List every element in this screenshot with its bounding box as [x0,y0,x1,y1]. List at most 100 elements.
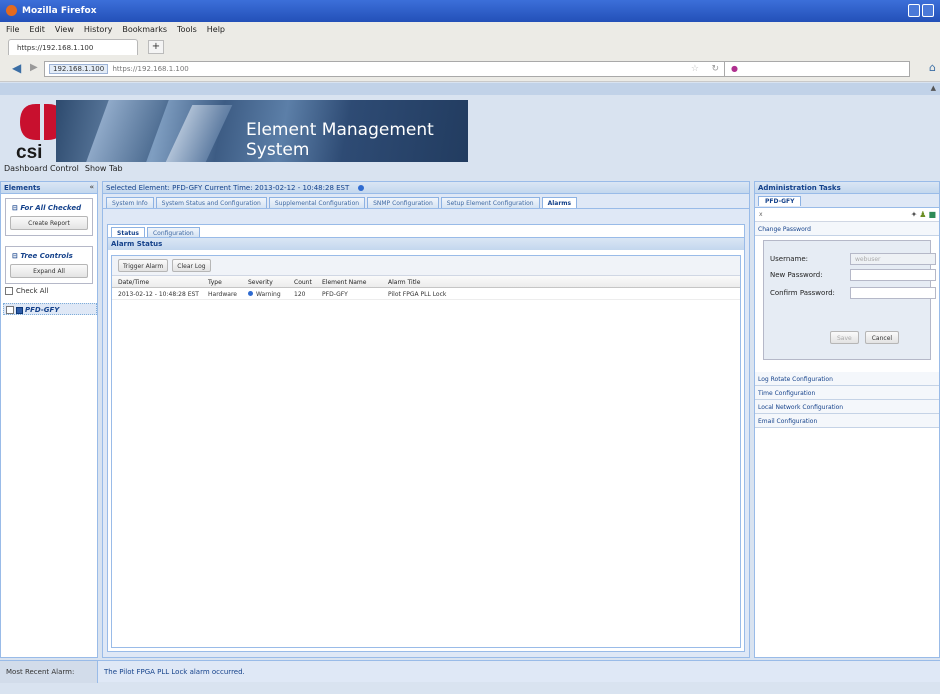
change-password-header[interactable]: Change Password [755,222,939,236]
confirm-password-label: Confirm Password: [770,289,835,297]
bookmark-star-icon[interactable]: ☆ [691,64,699,74]
url-bar[interactable]: 192.168.1.100 https://192.168.1.100 ☆ ↻ [44,61,760,77]
firefox-icon [6,5,17,16]
show-tab-link[interactable]: Show Tab [85,164,123,173]
column-header-element-name[interactable]: Element Name [322,279,388,287]
tab-supplemental-configuration[interactable]: Supplemental Configuration [268,197,366,208]
trigger-alarm-button[interactable]: Trigger Alarm [118,259,169,272]
admin-toolrow: x ✦ ♟ ■ [755,208,939,222]
window-controls [908,4,934,17]
tree-item-element[interactable]: PFD-GFY [3,303,97,315]
menu-help[interactable]: Help [207,25,225,37]
alarm-subtabs: Status Configuration [108,225,744,238]
tab-status[interactable]: Status [111,227,145,237]
selected-element-label: Selected Element: [106,184,170,192]
expand-all-button[interactable]: Expand All [10,264,88,278]
local-network-configuration-header[interactable]: Local Network Configuration [755,400,939,414]
administration-tasks-panel: Administration Tasks PFD-GFY x ✦ ♟ ■ Cha… [754,181,940,658]
pin-icon[interactable]: ✦ [911,210,918,219]
admin-panel-header: Administration Tasks [755,182,939,194]
confirm-password-field[interactable] [850,287,936,299]
status-bar: Most Recent Alarm: The Pilot FPGA PLL Lo… [0,660,940,683]
check-all-checkbox[interactable] [5,287,13,295]
username-field[interactable]: webuser [850,253,936,265]
banner-graphic [79,100,173,162]
search-engine-icon[interactable]: ● [731,64,738,73]
severity-icon [248,291,253,296]
minimize-icon[interactable] [908,4,920,17]
email-configuration-header[interactable]: Email Configuration [755,414,939,428]
for-all-checked-group: ⊟ For All Checked Create Report [5,198,93,236]
logo-text: csi [16,142,42,160]
admin-tool-icons: ✦ ♟ ■ [911,210,936,219]
cell-datetime: 2013-02-12 - 10:48:28 EST [118,291,199,298]
element-tabs: System Info System Status and Configurat… [103,197,749,209]
tab-admin-element[interactable]: PFD-GFY [758,196,802,206]
tab-alarms[interactable]: Alarms [541,197,578,208]
back-icon[interactable]: ◀ [12,61,21,75]
reload-icon[interactable]: ↻ [711,64,719,74]
column-header-count[interactable]: Count [294,279,322,287]
most-recent-alarm-label: Most Recent Alarm: [0,661,98,683]
tab-snmp-configuration[interactable]: SNMP Configuration [367,197,439,208]
column-header-type[interactable]: Type [208,279,248,287]
home-icon[interactable]: ⌂ [929,61,936,74]
tab-setup-element-configuration[interactable]: Setup Element Configuration [440,197,540,208]
menu-history[interactable]: History [84,25,112,37]
close-icon[interactable]: x [759,211,763,218]
cell-alarm-title: Pilot FPGA PLL Lock [388,291,447,298]
menu-edit[interactable]: Edit [29,25,45,37]
current-time-value: 2013-02-12 - 10:48:28 EST [254,184,350,192]
column-header-severity[interactable]: Severity [248,279,294,287]
cancel-button[interactable]: Cancel [864,331,900,344]
username-label: Username: [770,255,809,263]
cell-count: 120 [294,291,306,298]
collapse-icon[interactable]: « [89,183,94,191]
collapse-header-icon[interactable]: ▲ [931,84,936,92]
tab-system-info[interactable]: System Info [106,197,154,208]
alarm-toolbar: Trigger Alarm Clear Log [112,256,740,276]
clear-log-button[interactable]: Clear Log [172,259,211,272]
cell-element-name: PFD-GFY [322,291,348,298]
alarm-grid-header: Date/Time Type Severity Count Element Na… [112,276,740,288]
selected-element-value: PFD-GFY [172,184,203,192]
banner: Element Management System [56,100,468,162]
most-recent-alarm-message: The Pilot FPGA PLL Lock alarm occurred. [104,668,245,676]
user-icon[interactable]: ♟ [919,210,926,219]
tree-item-checkbox[interactable] [6,306,14,314]
selected-element-bar: Selected Element: PFD-GFY Current Time: … [103,182,749,194]
column-header-datetime[interactable]: Date/Time [118,279,208,287]
log-rotate-configuration-header[interactable]: Log Rotate Configuration [755,372,939,386]
element-node-icon [16,306,23,314]
alarms-content: Status Configuration Alarm Status Trigge… [107,224,745,652]
password-form-buttons: Save Cancel [830,331,900,344]
dashboard-control-link[interactable]: Dashboard Control [4,164,79,173]
tree-controls-legend[interactable]: ⊟ Tree Controls [10,252,75,260]
current-time-label: Current Time: [204,184,253,192]
create-report-button[interactable]: Create Report [10,216,88,230]
menu-file[interactable]: File [6,25,19,37]
new-tab-icon[interactable]: + [148,40,164,54]
search-input[interactable]: ● [724,61,910,77]
change-password-form: Username: webuser New Password: Confirm … [763,240,936,360]
column-header-alarm-title[interactable]: Alarm Title [388,279,558,287]
tab-system-status[interactable]: System Status and Configuration [155,197,267,208]
new-password-field[interactable] [850,269,936,281]
tree-item-label: PFD-GFY [25,306,60,314]
for-all-checked-legend[interactable]: ⊟ For All Checked [10,204,84,212]
forward-icon[interactable]: ▶ [30,62,38,73]
tab-configuration[interactable]: Configuration [146,227,200,237]
site-identity[interactable]: 192.168.1.100 [49,64,109,74]
settings-icon[interactable]: ■ [928,210,936,219]
menu-tools[interactable]: Tools [177,25,197,37]
table-row[interactable]: 2013-02-12 - 10:48:28 EST Hardware Warni… [112,288,740,300]
navigation-bar: ◀ ▶ 192.168.1.100 https://192.168.1.100 … [0,56,940,82]
save-button[interactable]: Save [830,331,859,344]
browser-tab[interactable]: https://192.168.1.100 [8,39,138,55]
menu-view[interactable]: View [55,25,74,37]
check-all-row[interactable]: Check All [5,287,97,295]
time-configuration-header[interactable]: Time Configuration [755,386,939,400]
maximize-icon[interactable] [922,4,934,17]
menu-bookmarks[interactable]: Bookmarks [122,25,167,37]
